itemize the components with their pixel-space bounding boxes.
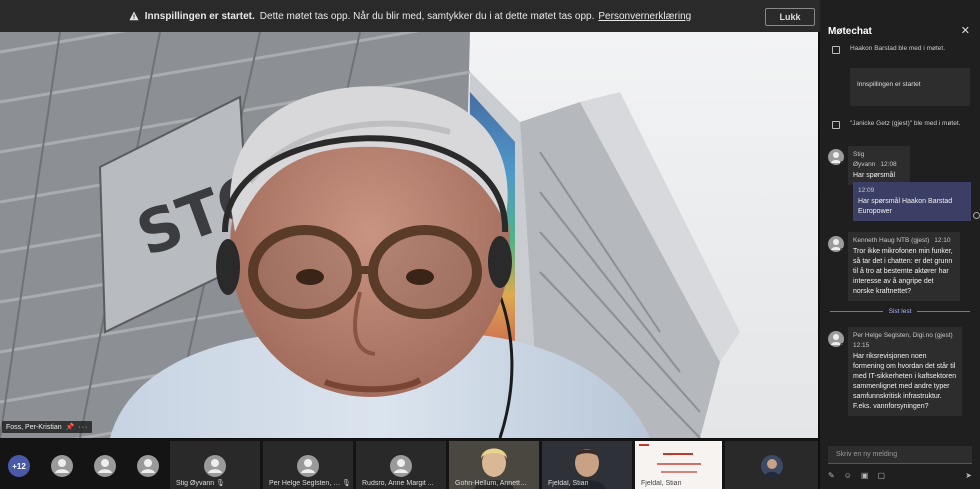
system-message: "Janicke Getz (gjest)" ble med i møtet. [832,120,962,129]
message-time: 12:10 [934,237,951,244]
participant-avatar [297,455,319,477]
participant-tile[interactable]: Per Helge Seglsten, Di... 🎙 [263,441,353,489]
participant-avatar [204,455,226,477]
warning-icon [129,11,139,21]
person-icon [98,459,112,473]
pin-icon[interactable]: 📌 [66,423,75,431]
meeting-area: Innspillingen er startet. Dette møtet ta… [0,0,820,489]
message-time: 12:08 [880,161,897,168]
sticker-icon[interactable]: ▢ [877,471,885,480]
compose-toolbar: ✎ ☺ ▣ ▢ ➤ [828,468,972,482]
close-icon[interactable]: ✕ [961,24,970,37]
participant-name: Fjeldal, Stian [548,480,589,487]
speaker-name: Foss, Per-Kristian [6,423,62,431]
avatar[interactable] [828,331,844,347]
mic-muted-icon: 🎙 [342,480,351,487]
participant-name: Per Helge Seglsten, Di... [269,480,341,487]
shared-content-tile[interactable]: Fjeldal, Stian [635,441,722,489]
compose-message-input[interactable]: Skriv en ny melding [828,446,972,464]
participant-gallery: +12 Stig Øyvann 🎙 Per Helge Seglsten, Di… [0,439,818,489]
mic-muted-icon: 🎙 [216,480,225,487]
read-receipt-icon [973,212,980,219]
participant-avatar [390,455,412,477]
person-icon [55,459,69,473]
person-icon [141,459,155,473]
system-message: Haakon Barstad ble med i møtet. [832,45,962,54]
meeting-chat-panel: Møtechat ✕ Haakon Barstad ble med i møte… [820,0,980,489]
avatar[interactable] [828,236,844,252]
participant-tile[interactable] [725,441,818,489]
message-time: 12:15 [853,342,870,349]
message-author: Kenneth Haug NTB (gjest) [853,237,930,244]
participant-video-tile[interactable]: Gohn-Hellum, Annette... [449,441,539,489]
send-icon[interactable]: ➤ [965,471,972,480]
person-photo [763,459,780,477]
message-time: 12:09 [858,187,875,194]
emoji-icon[interactable]: ☺ [844,471,852,480]
avatar[interactable] [828,149,844,165]
own-chat-message[interactable]: 12:09 Har spørsmål Haakon Barstad Europo… [853,182,971,221]
person-icon [394,459,408,473]
gif-icon[interactable]: ▣ [861,471,869,480]
participant-tile[interactable]: Stig Øyvann 🎙 [170,441,260,489]
chat-message[interactable]: Kenneth Haug NTB (gjest) 12:10 Tror ikke … [848,232,960,301]
banner-close-button[interactable]: Lukk [765,8,815,26]
participant-avatar [760,455,783,477]
participant-tile[interactable]: Rudsro, Anne Margit ... [356,441,446,489]
banner-title: Innspillingen er startet. [144,10,255,22]
participant-video-tile[interactable]: Fjeldal, Stian [542,441,632,489]
privacy-link[interactable]: Personvernerklæring [598,11,691,22]
recording-card[interactable]: Innspillingen er startet [850,68,970,106]
participant-name: Gohn-Hellum, Annette... [455,480,527,487]
chat-message[interactable]: Stig Øyvann 12:08 Har spørsmål [848,146,910,185]
message-text: Tror ikke mikrofonen min funker, så tar … [853,248,953,295]
chat-title: Møtechat [828,26,872,37]
participant-avatar[interactable] [137,455,159,477]
status-icon [840,248,844,252]
recording-banner: Innspillingen er startet. Dette møtet ta… [0,0,820,32]
speaker-video: STO [0,32,818,438]
join-icon [832,46,840,54]
speaker-name-tag: Foss, Per-Kristian 📌 ··· [2,421,93,433]
message-author: Per Helge Seglsten, Digi.no (gjest) [853,332,953,339]
participant-name: Stig Øyvann [176,480,215,487]
message-author: Stig Øyvann [853,151,876,168]
participant-name: Rudsro, Anne Margit ... [362,480,434,487]
more-options-icon[interactable]: ··· [78,424,88,431]
teams-meeting-window: Innspillingen er startet. Dette møtet ta… [0,0,980,489]
chat-message[interactable]: Per Helge Seglsten, Digi.no (gjest) 12:15… [848,327,962,416]
participant-name: Fjeldal, Stian [641,480,682,487]
status-icon [840,343,844,347]
status-busy-icon [840,161,844,165]
participant-avatar[interactable] [51,455,73,477]
banner-text: Dette møtet tas opp. Når du blir med, sa… [259,10,595,22]
message-text: Har spørsmål [853,172,896,179]
person-icon [208,459,222,473]
main-video-stage: STO Foss, Per-Kristian 📌 ··· [0,32,818,438]
message-text: Har riksrevisjonen noen formening om hvo… [853,353,957,410]
last-read-divider: Sist lest [830,306,970,316]
participant-avatar[interactable] [94,455,116,477]
overflow-participants-button[interactable]: +12 [8,455,30,477]
format-icon[interactable]: ✎ [828,471,835,480]
message-text: Har spørsmål Haakon Barstad Europower [858,198,953,215]
person-icon [301,459,315,473]
join-icon [832,121,840,129]
